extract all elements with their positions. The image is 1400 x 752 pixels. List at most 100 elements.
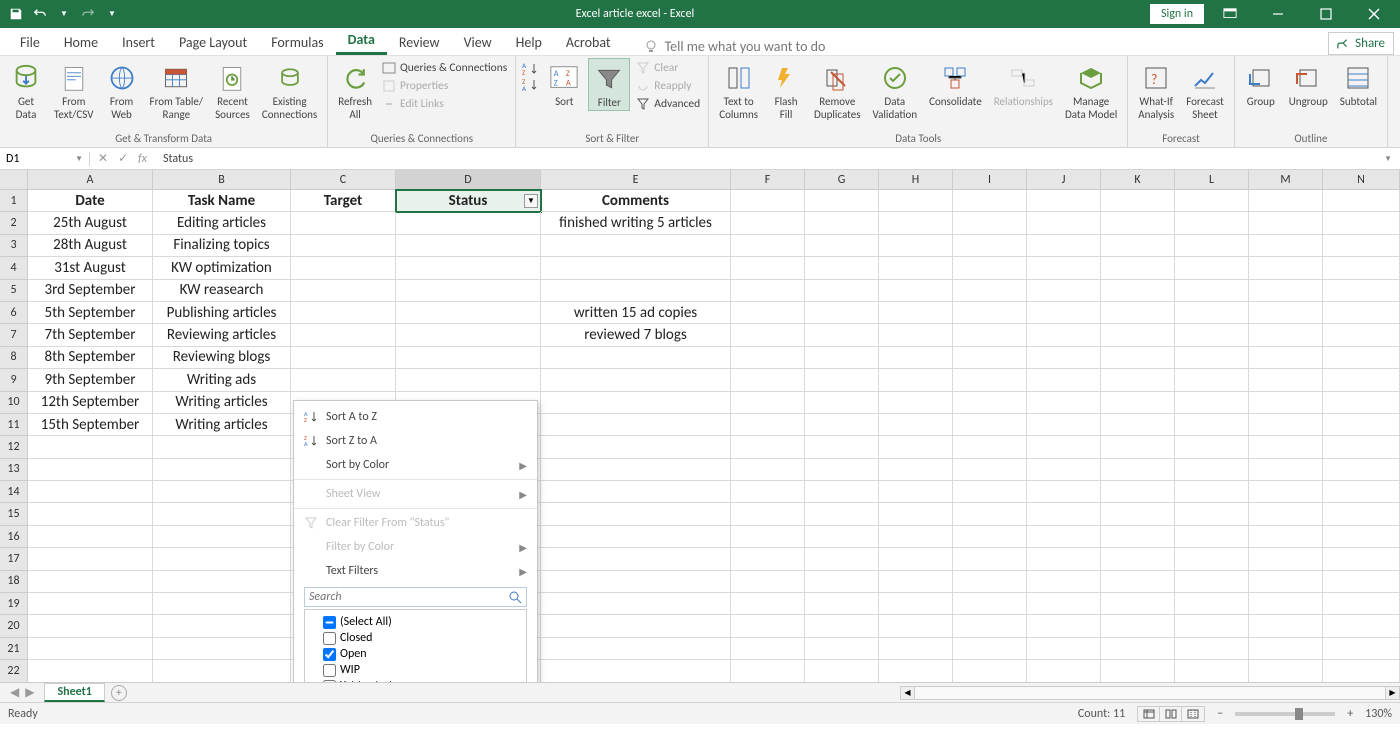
col-header[interactable]: J xyxy=(1027,170,1101,190)
cell[interactable] xyxy=(153,571,291,593)
cell[interactable] xyxy=(805,190,879,212)
cell[interactable] xyxy=(541,526,731,548)
cell[interactable] xyxy=(731,257,805,279)
cell[interactable] xyxy=(805,257,879,279)
cell[interactable] xyxy=(541,615,731,637)
cell[interactable]: 9th September xyxy=(28,369,153,391)
cell[interactable] xyxy=(879,190,953,212)
cell[interactable] xyxy=(1101,190,1175,212)
cell[interactable]: 25th August xyxy=(28,212,153,234)
cell[interactable] xyxy=(1175,414,1249,436)
row-header[interactable]: 8 xyxy=(0,347,28,369)
cell[interactable] xyxy=(879,235,953,257)
cell[interactable] xyxy=(1101,459,1175,481)
cell[interactable] xyxy=(1249,503,1323,525)
cell[interactable] xyxy=(1027,369,1101,391)
filter-option[interactable]: WIP xyxy=(309,662,522,678)
cell[interactable] xyxy=(953,369,1027,391)
cell[interactable] xyxy=(1249,369,1323,391)
cell[interactable]: 5th September xyxy=(28,302,153,324)
sheet-tab[interactable]: Sheet1 xyxy=(44,683,104,702)
consolidate-button[interactable]: Consolidate xyxy=(925,58,986,109)
cell[interactable] xyxy=(731,459,805,481)
cell[interactable] xyxy=(953,302,1027,324)
cell[interactable] xyxy=(1175,548,1249,570)
cell[interactable] xyxy=(805,503,879,525)
cell[interactable] xyxy=(28,526,153,548)
cell[interactable] xyxy=(953,414,1027,436)
cell[interactable] xyxy=(153,593,291,615)
sort-button[interactable]: AZZASort xyxy=(544,58,584,109)
text-filters-item[interactable]: Text Filters▶ xyxy=(294,559,537,583)
cancel-formula-icon[interactable]: ✕ xyxy=(98,151,108,166)
tab-home[interactable]: Home xyxy=(52,30,110,55)
cell[interactable] xyxy=(1101,369,1175,391)
cell[interactable] xyxy=(953,615,1027,637)
advanced-filter-button[interactable]: Advanced xyxy=(634,96,702,112)
cell[interactable]: Writing articles xyxy=(153,414,291,436)
cell[interactable] xyxy=(1323,660,1400,682)
cell[interactable]: 28th August xyxy=(28,235,153,257)
cell[interactable] xyxy=(1175,190,1249,212)
row-header[interactable]: 9 xyxy=(0,369,28,391)
cell[interactable] xyxy=(879,257,953,279)
cell[interactable] xyxy=(1249,638,1323,660)
undo-icon[interactable] xyxy=(32,6,48,22)
col-header[interactable]: E xyxy=(541,170,731,190)
cell[interactable] xyxy=(1249,660,1323,682)
redo-icon[interactable] xyxy=(80,6,96,22)
whatif-button[interactable]: ?What-If Analysis xyxy=(1134,58,1178,121)
maximize-icon[interactable] xyxy=(1304,0,1348,28)
cell[interactable] xyxy=(396,369,541,391)
cell[interactable] xyxy=(805,526,879,548)
row-header[interactable]: 18 xyxy=(0,571,28,593)
cell[interactable] xyxy=(396,347,541,369)
expand-formula-icon[interactable]: ▼ xyxy=(1376,154,1400,164)
select-all-corner[interactable] xyxy=(0,170,28,190)
cell[interactable] xyxy=(731,638,805,660)
cell[interactable] xyxy=(731,660,805,682)
cell[interactable] xyxy=(805,212,879,234)
cell[interactable] xyxy=(731,548,805,570)
cell[interactable] xyxy=(541,503,731,525)
cell[interactable] xyxy=(879,481,953,503)
sort-az-icon[interactable]: AZ xyxy=(522,62,540,76)
minimize-icon[interactable] xyxy=(1256,0,1300,28)
cell[interactable] xyxy=(1027,459,1101,481)
cell[interactable] xyxy=(1027,615,1101,637)
text-to-columns-button[interactable]: Text to Columns xyxy=(715,58,762,121)
cell[interactable]: Target xyxy=(291,190,396,212)
cell[interactable] xyxy=(1101,414,1175,436)
save-icon[interactable] xyxy=(8,6,24,22)
filter-checkbox[interactable] xyxy=(323,680,336,683)
cell[interactable] xyxy=(1175,660,1249,682)
cell[interactable] xyxy=(1175,638,1249,660)
cell[interactable]: 8th September xyxy=(28,347,153,369)
cell[interactable] xyxy=(1101,235,1175,257)
cell[interactable] xyxy=(1027,257,1101,279)
cell[interactable] xyxy=(1249,436,1323,458)
cell[interactable] xyxy=(1175,235,1249,257)
cell[interactable] xyxy=(1175,526,1249,548)
tab-insert[interactable]: Insert xyxy=(110,30,167,55)
cell[interactable] xyxy=(153,638,291,660)
cell[interactable] xyxy=(879,526,953,548)
cell[interactable] xyxy=(1249,414,1323,436)
row-header[interactable]: 17 xyxy=(0,548,28,570)
cell[interactable] xyxy=(879,212,953,234)
cell[interactable] xyxy=(153,503,291,525)
row-header[interactable]: 11 xyxy=(0,414,28,436)
group-button[interactable]: Group xyxy=(1241,58,1281,109)
from-web-button[interactable]: From Web xyxy=(102,58,142,121)
tab-view[interactable]: View xyxy=(452,30,504,55)
cell[interactable] xyxy=(1175,280,1249,302)
cell[interactable]: Reviewing articles xyxy=(153,324,291,346)
cell[interactable] xyxy=(541,436,731,458)
col-header[interactable]: K xyxy=(1101,170,1175,190)
sort-az-item[interactable]: AZSort A to Z xyxy=(294,405,537,429)
cell[interactable] xyxy=(731,615,805,637)
cell[interactable] xyxy=(541,347,731,369)
filter-dropdown-toggle[interactable]: ▼ xyxy=(524,194,538,208)
cell[interactable] xyxy=(953,548,1027,570)
cell[interactable] xyxy=(1249,235,1323,257)
